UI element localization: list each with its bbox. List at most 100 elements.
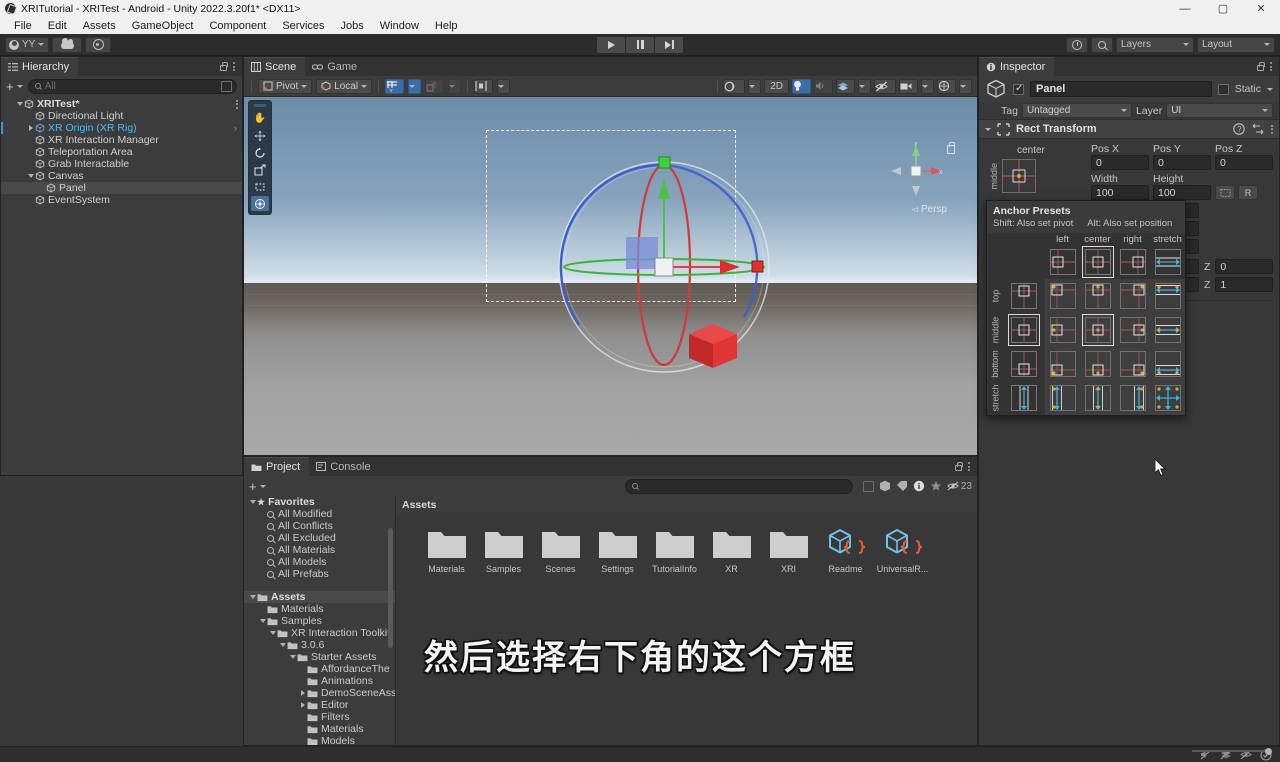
snap-dropdown[interactable] xyxy=(448,78,462,94)
scene-fx-dropdown[interactable] xyxy=(858,78,871,94)
ap-custom-row-stretch[interactable] xyxy=(1003,381,1045,415)
ap-custom-row-top[interactable] xyxy=(1003,279,1045,313)
pos-z-input[interactable]: 0 xyxy=(1215,155,1273,170)
close-button[interactable]: ✕ xyxy=(1242,0,1280,17)
ap-preset-right-stretch[interactable] xyxy=(1115,381,1150,415)
grid-snap-dropdown[interactable] xyxy=(408,78,422,94)
project-tree-item[interactable]: DemoSceneAss xyxy=(244,687,395,699)
project-tree-item[interactable]: Filters xyxy=(244,711,395,723)
zoom-slider[interactable] xyxy=(1192,746,1272,756)
ap-custom-row-bottom[interactable] xyxy=(1003,347,1045,381)
project-tree-item[interactable]: Materials xyxy=(244,603,395,615)
pick-icon[interactable] xyxy=(221,80,232,92)
grid-snap-toggle[interactable]: y xyxy=(385,78,405,94)
ap-preset-stretch-middle[interactable] xyxy=(1150,313,1185,347)
gizmo-lock-icon[interactable] xyxy=(947,142,955,154)
ap-preset-stretch-top[interactable] xyxy=(1150,279,1185,313)
tab-hierarchy[interactable]: Hierarchy xyxy=(1,57,79,76)
hierarchy-item[interactable]: Directional Light xyxy=(1,110,242,122)
collapse-arrow[interactable] xyxy=(298,690,307,696)
lock-icon[interactable] xyxy=(220,62,228,71)
hierarchy-item[interactable]: XRITest* xyxy=(1,98,242,110)
rotate-tool-button[interactable] xyxy=(251,145,269,160)
perspective-label[interactable]: ◅ Persp xyxy=(911,204,947,215)
asset-item[interactable]: Materials xyxy=(418,528,475,574)
lock-icon[interactable] xyxy=(1257,62,1265,71)
slider-knob[interactable] xyxy=(1265,747,1272,755)
project-create-button[interactable]: + xyxy=(249,479,266,494)
scene-audio-toggle[interactable] xyxy=(814,78,833,94)
account-button[interactable]: YY xyxy=(5,36,50,53)
ap-preset-right-bottom[interactable] xyxy=(1115,347,1150,381)
rect-transform-header[interactable]: Rect Transform ? xyxy=(979,119,1279,139)
rect-tool-button[interactable] xyxy=(251,179,269,194)
step-button[interactable] xyxy=(655,36,683,53)
project-tree-item[interactable]: Materials xyxy=(244,723,395,735)
project-tree[interactable]: ★ Favorites All Modified All Conflicts All E… xyxy=(244,496,396,745)
scene-camera-dropdown[interactable] xyxy=(921,78,934,94)
component-menu-icon[interactable] xyxy=(1271,124,1273,134)
global-search-button[interactable] xyxy=(1091,36,1113,53)
project-tree-item[interactable]: Editor xyxy=(244,699,395,711)
asset-item[interactable]: UniversalR... xyxy=(874,528,931,574)
tab-game[interactable]: Game xyxy=(305,57,366,76)
minimize-button[interactable]: — xyxy=(1166,0,1204,17)
play-button[interactable] xyxy=(597,36,625,53)
pick-icon[interactable] xyxy=(862,480,874,492)
static-checkbox[interactable] xyxy=(1217,83,1229,95)
asset-item[interactable]: Settings xyxy=(589,528,646,574)
lock-icon[interactable] xyxy=(955,462,963,471)
menu-services[interactable]: Services xyxy=(274,17,332,34)
expand-arrow[interactable] xyxy=(26,174,35,178)
maximize-button[interactable]: ▢ xyxy=(1204,0,1242,17)
anchor-preset-button[interactable] xyxy=(1002,159,1036,193)
transform-tool-button[interactable] xyxy=(251,196,269,211)
view-2d-toggle[interactable]: 2D xyxy=(764,78,789,94)
layers-dropdown[interactable]: Layers xyxy=(1116,36,1194,53)
preset-icon[interactable] xyxy=(1252,123,1264,135)
ap-preset-left-middle[interactable] xyxy=(1045,313,1080,347)
tag-dropdown[interactable]: Untagged xyxy=(1021,103,1132,118)
blueprint-mode-button[interactable] xyxy=(1215,185,1235,200)
hierarchy-item[interactable]: Canvas xyxy=(1,170,242,182)
hierarchy-search-input[interactable]: All xyxy=(27,78,237,94)
scene-fx-toggle[interactable] xyxy=(836,78,855,94)
expand-arrow[interactable] xyxy=(248,595,257,599)
ap-preset-center-top[interactable] xyxy=(1080,279,1115,313)
hierarchy-item[interactable]: Panel xyxy=(1,182,242,194)
hierarchy-item[interactable]: XR Origin (XR Rig) › xyxy=(1,122,242,134)
pivot-toggle[interactable]: Pivot xyxy=(258,78,313,94)
expand-arrow[interactable] xyxy=(15,102,24,106)
menu-jobs[interactable]: Jobs xyxy=(333,17,372,34)
ap-custom-col-stretch[interactable] xyxy=(1150,245,1185,279)
shading-mode-button[interactable] xyxy=(723,78,746,94)
ap-preset-right-top[interactable] xyxy=(1115,279,1150,313)
ap-preset-left-stretch[interactable] xyxy=(1045,381,1080,415)
tab-console[interactable]: Console xyxy=(309,457,379,476)
object-active-checkbox[interactable] xyxy=(1013,83,1024,95)
pause-button[interactable] xyxy=(626,36,654,53)
menu-edit[interactable]: Edit xyxy=(40,17,75,34)
scene-viewport[interactable]: ✋ y x ◅ Persp xyxy=(244,97,977,455)
project-tree-item[interactable]: All Excluded xyxy=(244,532,395,544)
ap-custom-col-left[interactable] xyxy=(1045,245,1080,279)
object-name-input[interactable]: Panel xyxy=(1030,81,1212,97)
expand-arrow[interactable] xyxy=(248,500,257,504)
tab-inspector[interactable]: Inspector xyxy=(979,57,1055,76)
ap-preset-center-middle[interactable] xyxy=(1080,313,1115,347)
tab-project[interactable]: Project xyxy=(244,457,310,476)
menu-window[interactable]: Window xyxy=(372,17,427,34)
layer-dropdown[interactable]: UI xyxy=(1166,103,1273,118)
scale-z-input[interactable]: 1 xyxy=(1215,277,1273,292)
anchor-preset-widget[interactable]: center middle xyxy=(989,145,1089,193)
align-button[interactable] xyxy=(474,78,494,94)
ap-preset-left-bottom[interactable] xyxy=(1045,347,1080,381)
shading-dropdown[interactable] xyxy=(748,78,762,94)
scale-tool-button[interactable] xyxy=(251,162,269,177)
asset-item[interactable]: Scenes xyxy=(532,528,589,574)
project-tree-item[interactable]: Assets xyxy=(244,591,395,603)
anchor-presets-popup[interactable]: Anchor Presets Shift: Also set pivot Alt… xyxy=(986,200,1186,416)
ap-preset-stretch-stretch[interactable] xyxy=(1150,381,1185,415)
prefab-filter-icon[interactable] xyxy=(879,480,891,492)
pos-x-input[interactable]: 0 xyxy=(1091,155,1149,170)
